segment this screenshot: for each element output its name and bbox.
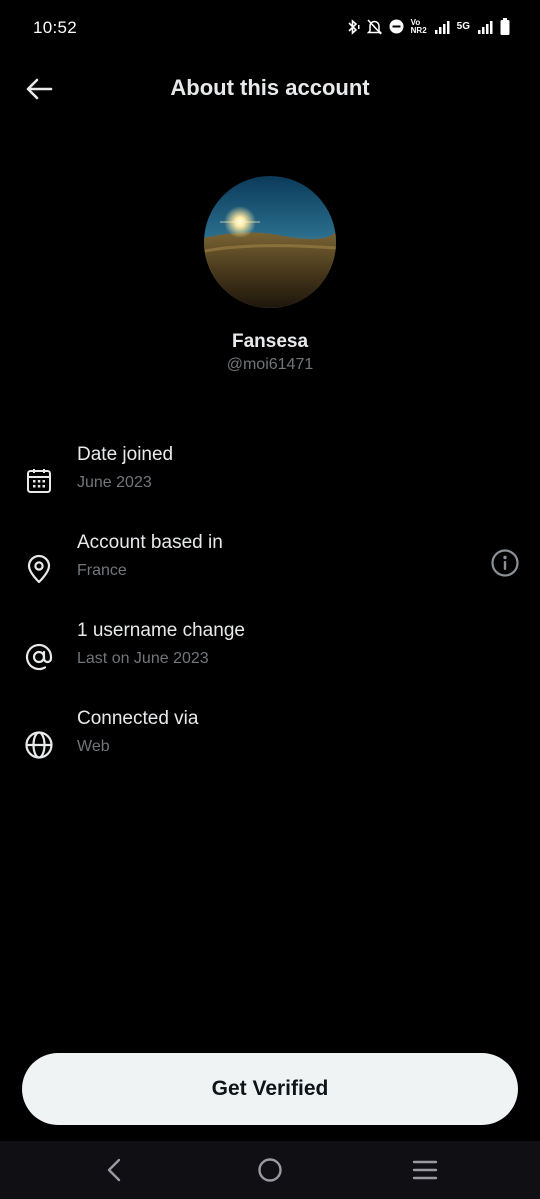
- nav-recents-button[interactable]: [405, 1155, 445, 1185]
- system-navigation-bar: [0, 1141, 540, 1199]
- display-name: Fansesa: [231, 331, 309, 352]
- detail-row-date-joined: Date joined June 2023: [0, 444, 540, 524]
- battery-icon: [500, 18, 510, 35]
- connected-via-label: Connected via: [77, 708, 199, 729]
- mute-bell-icon: [366, 18, 382, 35]
- system-icons: Vo NR2 5G: [346, 18, 510, 35]
- detail-row-username-change: 1 username change Last on June 2023: [0, 620, 540, 700]
- status-time: 10:52: [33, 18, 78, 37]
- home-circle-icon: [258, 1158, 282, 1182]
- calendar-icon: [22, 464, 56, 498]
- volte-badge: Vo NR2: [410, 18, 427, 35]
- info-icon: [491, 549, 519, 577]
- chevron-left-icon: [107, 1158, 121, 1182]
- location-pin-icon: [22, 552, 56, 586]
- nav-home-button[interactable]: [250, 1155, 290, 1185]
- username-handle: @moi61471: [226, 356, 314, 373]
- date-joined-value: June 2023: [77, 474, 152, 491]
- connected-via-value: Web: [77, 738, 110, 755]
- status-bar: 10:52 Vo NR2 5G: [0, 0, 540, 56]
- account-based-in-label: Account based in: [77, 532, 223, 553]
- nav-back-button[interactable]: [94, 1155, 134, 1185]
- bluetooth-icon: [348, 18, 360, 35]
- username-change-label: 1 username change: [77, 620, 245, 641]
- nr-label: NR2: [410, 25, 427, 35]
- username-change-value: Last on June 2023: [77, 650, 209, 667]
- menu-lines-icon: [412, 1160, 438, 1180]
- account-based-in-value: France: [77, 562, 127, 579]
- signal-2-icon: [478, 20, 493, 34]
- detail-row-connected-via: Connected via Web: [0, 708, 540, 788]
- globe-icon: [22, 728, 56, 762]
- get-verified-button[interactable]: Get Verified: [22, 1053, 518, 1125]
- at-sign-icon: [22, 640, 56, 674]
- info-button[interactable]: [488, 546, 522, 580]
- network-type: 5G: [456, 20, 470, 32]
- profile-avatar: [204, 176, 336, 308]
- dnd-icon: [389, 19, 404, 34]
- detail-row-account-based-in: Account based in France: [0, 532, 540, 612]
- page-title: About this account: [170, 75, 370, 100]
- signal-icon: [434, 20, 450, 34]
- top-app-bar: About this account: [0, 60, 540, 116]
- date-joined-label: Date joined: [77, 444, 174, 465]
